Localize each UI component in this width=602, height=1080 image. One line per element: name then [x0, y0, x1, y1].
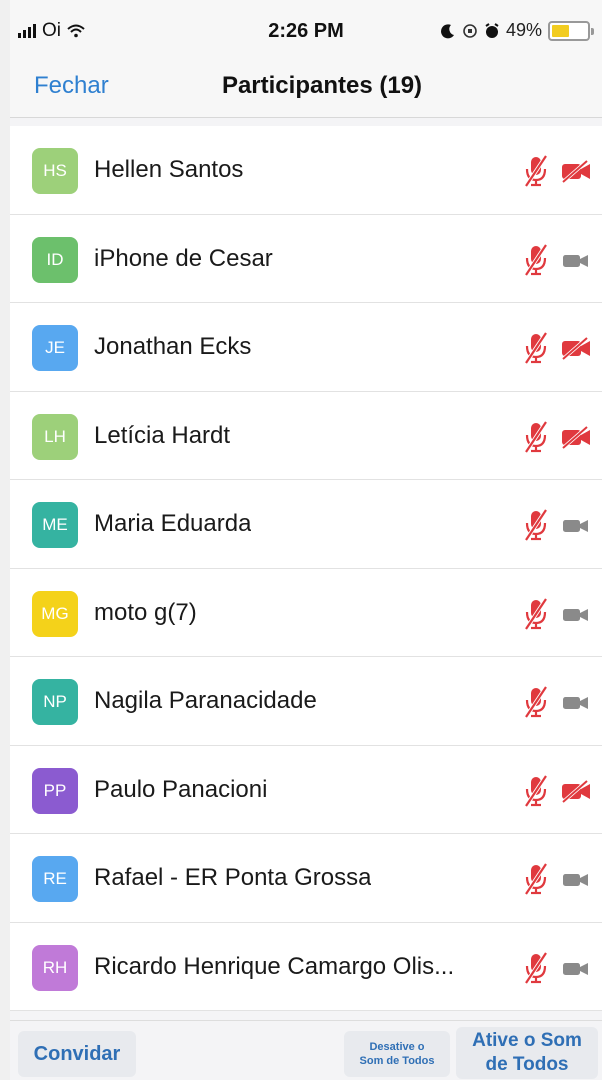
participant-name: Letícia Hardt — [94, 421, 231, 449]
video-off-icon[interactable] — [560, 158, 592, 184]
participant-name: Rafael - ER Ponta Grossa — [94, 864, 372, 891]
video-off-icon[interactable] — [560, 778, 592, 804]
avatar: RE — [32, 856, 78, 902]
mic-muted-icon[interactable] — [522, 420, 550, 454]
participant-row[interactable]: RE Rafael - ER Ponta Grossa — [10, 834, 602, 923]
bottom-toolbar: Convidar Desative o Som de Todos Ative o… — [10, 1020, 602, 1080]
avatar: ME — [32, 502, 78, 548]
participant-row[interactable]: ID iPhone de Cesar — [10, 214, 602, 303]
video-off-icon[interactable] — [560, 424, 592, 450]
orientation-lock-icon — [463, 23, 477, 38]
avatar: JE — [32, 325, 78, 371]
mic-muted-icon[interactable] — [522, 774, 550, 808]
avatar: PP — [32, 767, 78, 814]
mic-muted-icon[interactable] — [522, 508, 550, 542]
battery-fill — [552, 24, 569, 37]
status-bar: Oi 2:26 PM 49% — [10, 0, 602, 56]
nav-bar: Fechar Participantes (19) — [10, 56, 602, 118]
mic-muted-icon[interactable] — [522, 331, 550, 365]
mic-muted-icon[interactable] — [522, 243, 550, 277]
status-icons: 49% — [440, 20, 594, 41]
participant-name: moto g(7) — [94, 598, 197, 626]
participant-row[interactable]: PP Paulo Panacioni — [10, 745, 602, 834]
participant-row[interactable]: HS Hellen Santos — [10, 126, 602, 215]
avatar: ID — [32, 236, 78, 283]
video-camera-icon[interactable] — [560, 689, 592, 715]
alarm-icon — [485, 22, 499, 38]
participant-row[interactable]: RH Ricardo Henrique Camargo Olis... — [10, 922, 602, 1011]
video-camera-icon[interactable] — [560, 601, 592, 627]
mute-all-label-line2: Som de Todos — [359, 1055, 435, 1067]
mic-muted-icon[interactable] — [522, 951, 550, 985]
video-camera-icon[interactable] — [560, 512, 592, 538]
participant-row[interactable]: JE Jonathan Ecks — [10, 303, 602, 392]
unmute-all-label-line1: Ative o Som — [472, 1030, 582, 1051]
avatar: NP — [32, 679, 78, 725]
battery-icon — [548, 20, 594, 41]
participant-row[interactable]: NP Nagila Paranacidade — [10, 657, 602, 746]
participant-row[interactable]: LH Letícia Hardt — [10, 391, 602, 480]
unmute-all-label-line2: de Todos — [485, 1054, 569, 1075]
video-off-icon[interactable] — [560, 335, 592, 361]
avatar: LH — [32, 413, 78, 460]
participant-name: Nagila Paranacidade — [94, 687, 317, 714]
battery-percent: 49% — [505, 20, 542, 40]
video-camera-icon[interactable] — [560, 247, 592, 273]
avatar: RH — [32, 944, 78, 991]
participant-row[interactable]: ME Maria Eduarda — [10, 480, 602, 569]
participant-list: HS Hellen Santos ID iPhone de Cesar JE Jonath… — [10, 126, 602, 1011]
page-title: Participantes (19) — [221, 72, 423, 99]
mic-muted-icon[interactable] — [522, 862, 550, 896]
video-camera-icon[interactable] — [560, 866, 592, 892]
participant-name: Maria Eduarda — [94, 510, 252, 537]
video-camera-icon[interactable] — [560, 955, 592, 981]
background-edge — [0, 0, 10, 1080]
unmute-all-button[interactable]: Ative o Som de Todos — [456, 1027, 598, 1079]
moon-icon — [441, 23, 454, 38]
participant-name: iPhone de Cesar — [94, 244, 273, 272]
mic-muted-icon[interactable] — [522, 597, 550, 631]
mute-all-label-line1: Desative o — [369, 1041, 425, 1053]
mute-all-button[interactable]: Desative o Som de Todos — [344, 1031, 450, 1077]
mic-muted-icon[interactable] — [522, 154, 550, 188]
invite-button[interactable]: Convidar — [18, 1031, 136, 1077]
participants-screen: Oi 2:26 PM 49% Fechar Participantes (19)… — [0, 0, 602, 1080]
avatar: HS — [32, 148, 78, 194]
mic-muted-icon[interactable] — [522, 685, 550, 719]
participant-row[interactable]: MG moto g(7) — [10, 568, 602, 657]
participant-name: Ricardo Henrique Camargo Olis... — [94, 952, 455, 980]
participant-name: Hellen Santos — [94, 156, 244, 183]
participant-name: Jonathan Ecks — [94, 333, 252, 360]
avatar: MG — [32, 590, 78, 637]
participant-name: Paulo Panacioni — [94, 775, 268, 803]
